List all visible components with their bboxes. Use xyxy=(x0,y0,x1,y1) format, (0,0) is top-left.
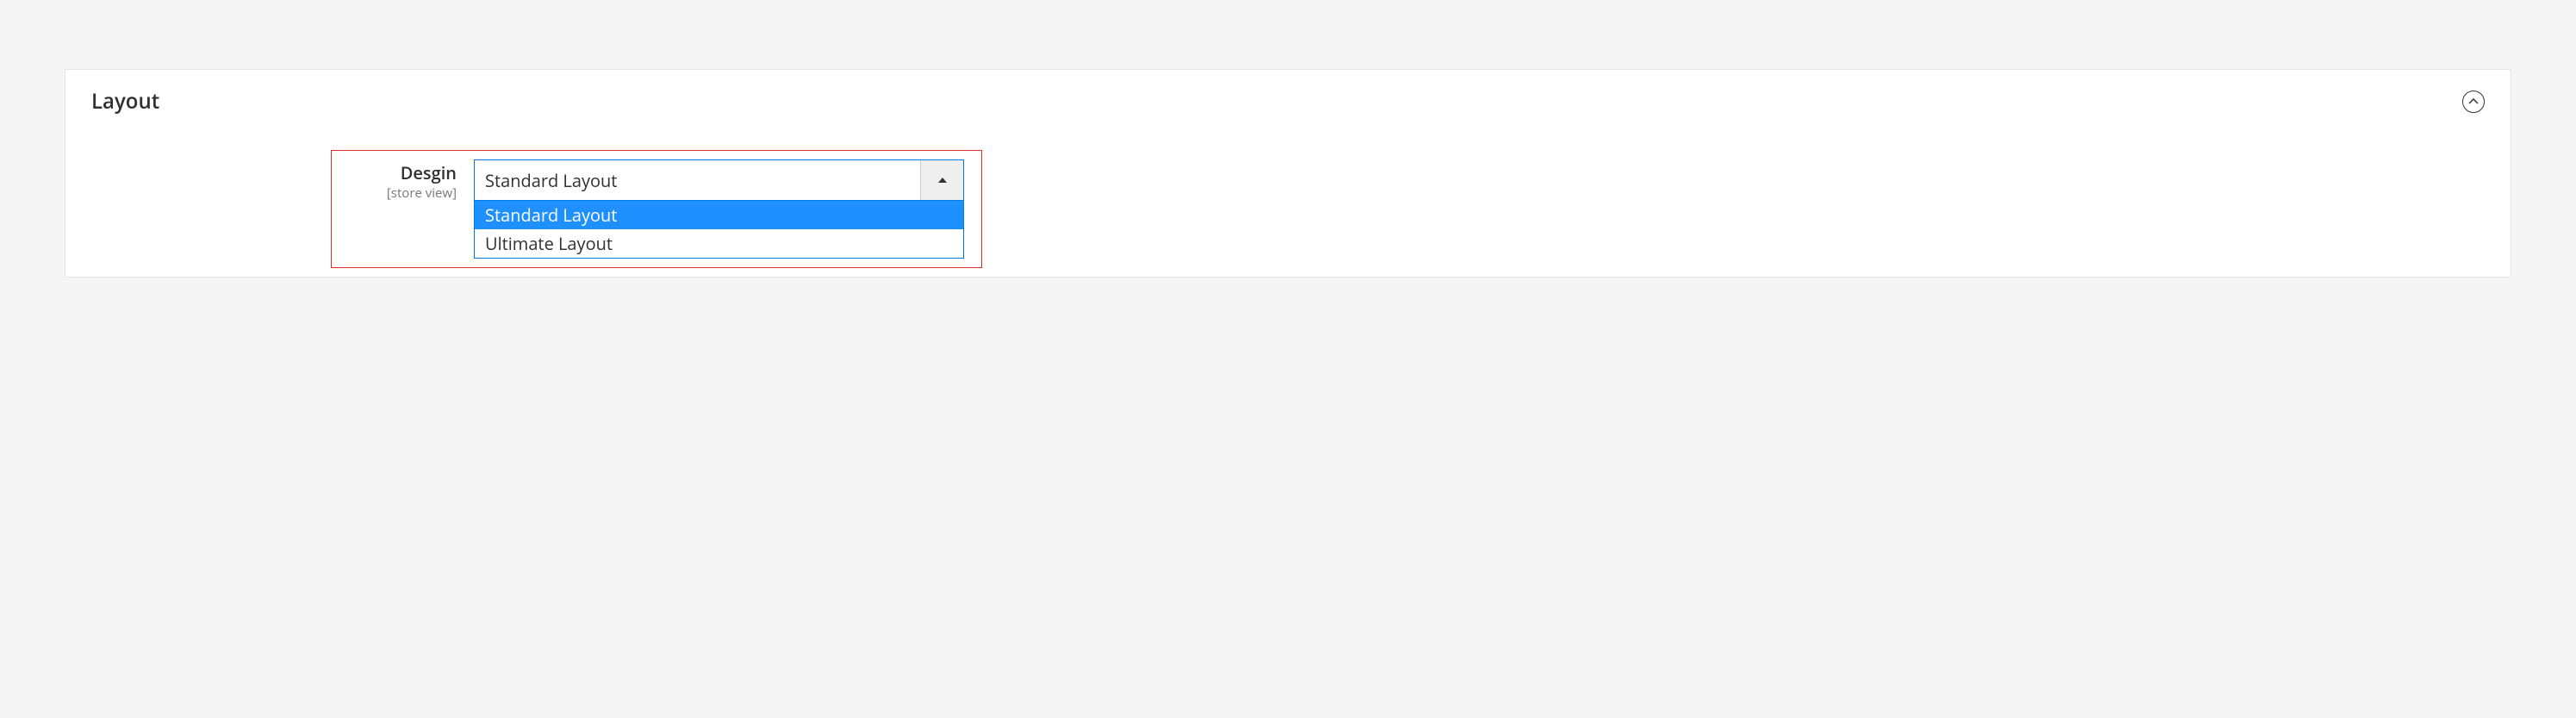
collapse-toggle[interactable] xyxy=(2462,91,2485,113)
chevron-up-icon xyxy=(2468,98,2479,105)
dropdown-option-ultimate[interactable]: Ultimate Layout xyxy=(475,229,963,258)
panel-header: Layout xyxy=(65,70,2511,124)
design-select-arrow[interactable] xyxy=(920,160,963,200)
panel-title: Layout xyxy=(91,87,159,116)
panel-body: Desgin [store view] Standard Layout Stan… xyxy=(65,124,2511,277)
design-select[interactable]: Standard Layout xyxy=(474,159,964,201)
design-select-container: Standard Layout Standard Layout Ultimate… xyxy=(474,159,964,259)
design-select-value: Standard Layout xyxy=(475,160,920,200)
design-field-scope: [store view] xyxy=(340,184,457,202)
design-field-label: Desgin xyxy=(340,161,457,184)
design-dropdown-list: Standard Layout Ultimate Layout xyxy=(474,201,964,259)
field-label-wrap: Desgin [store view] xyxy=(340,159,474,202)
highlight-box: Desgin [store view] Standard Layout Stan… xyxy=(331,150,982,268)
triangle-up-icon xyxy=(937,177,948,184)
dropdown-option-standard[interactable]: Standard Layout xyxy=(475,201,963,229)
layout-panel: Layout Desgin [store view] Standard Layo… xyxy=(65,69,2511,278)
